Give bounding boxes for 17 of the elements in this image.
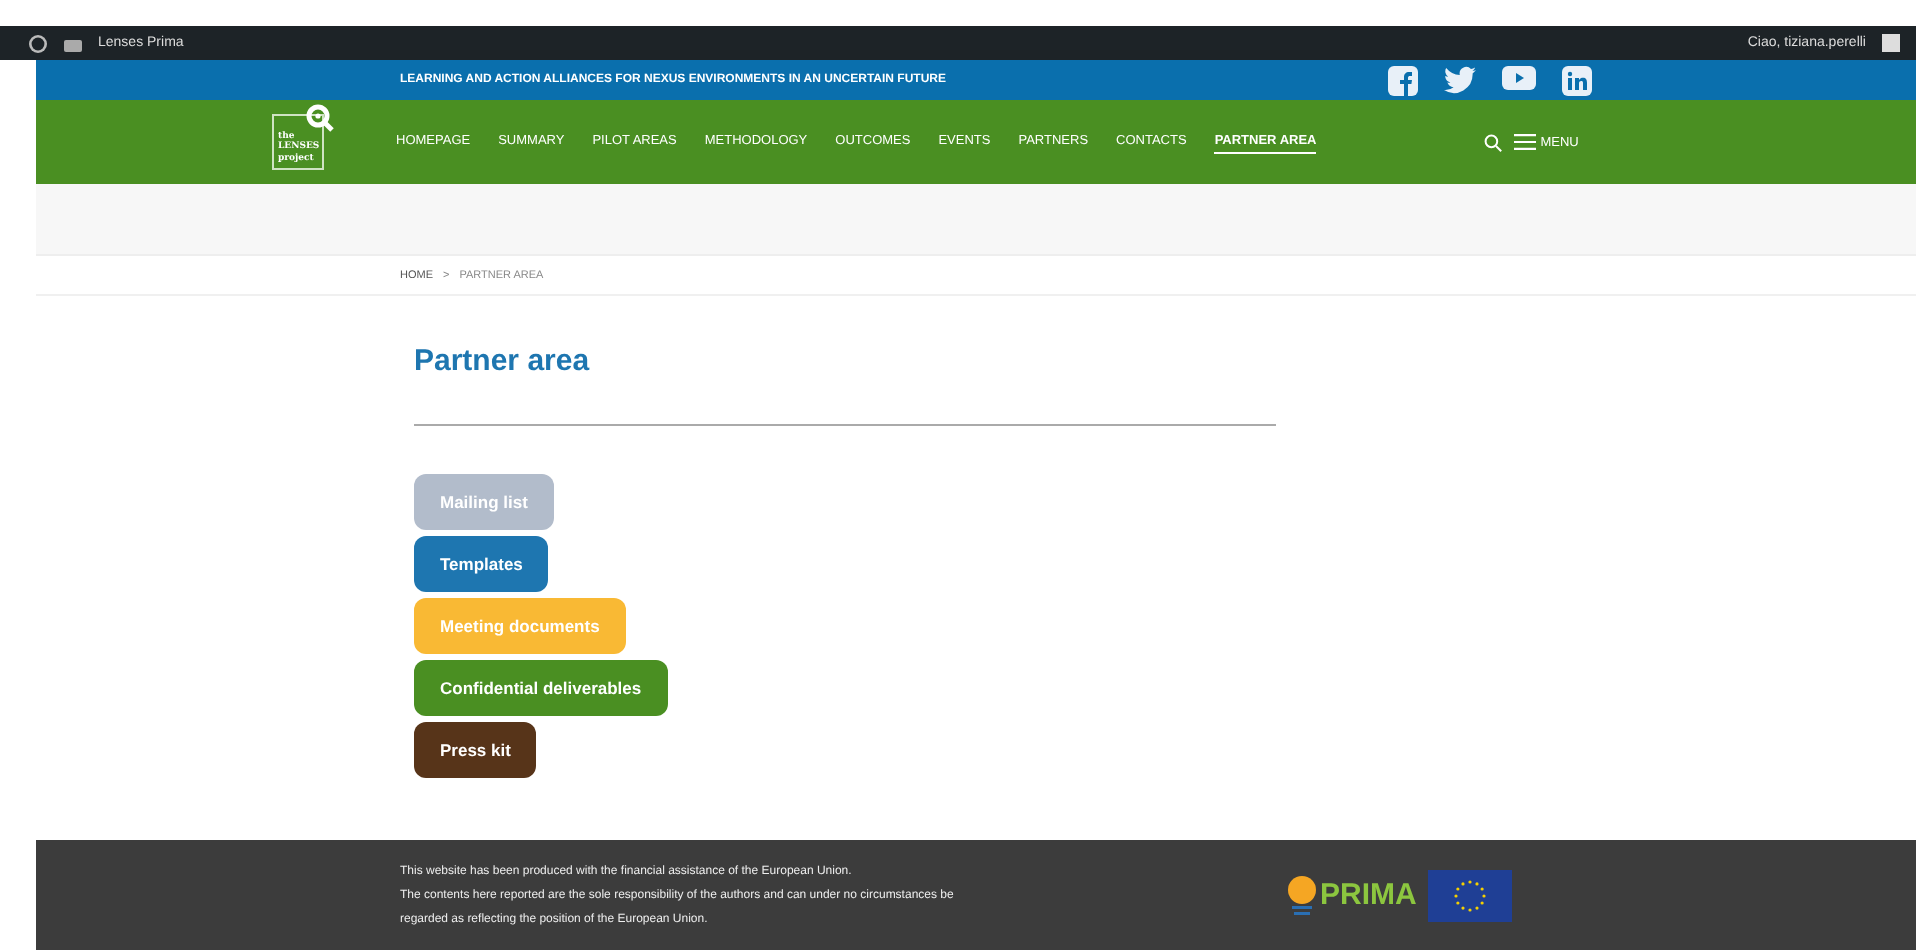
search-icon[interactable] <box>1484 133 1503 151</box>
facebook-icon[interactable] <box>1388 65 1418 95</box>
logo-text: PRIMA <box>1320 878 1417 912</box>
bulb-icon <box>1288 873 1316 917</box>
page-title: Partner area <box>414 344 592 378</box>
wordpress-icon <box>28 33 48 53</box>
menu-icon <box>1514 134 1537 150</box>
avatar-icon <box>1882 34 1900 52</box>
dashboard-icon <box>64 35 82 51</box>
section-button[interactable]: Templates <box>414 536 549 592</box>
play-icon[interactable] <box>1502 65 1536 89</box>
linkedin-icon[interactable] <box>1562 65 1592 95</box>
section-button[interactable]: Confidential deliverables <box>414 660 668 716</box>
twitter-icon[interactable] <box>1444 65 1476 93</box>
section-button[interactable]: Press kit <box>414 722 537 778</box>
eu-flag-icon <box>1428 869 1513 921</box>
magnifier-icon <box>306 104 334 132</box>
